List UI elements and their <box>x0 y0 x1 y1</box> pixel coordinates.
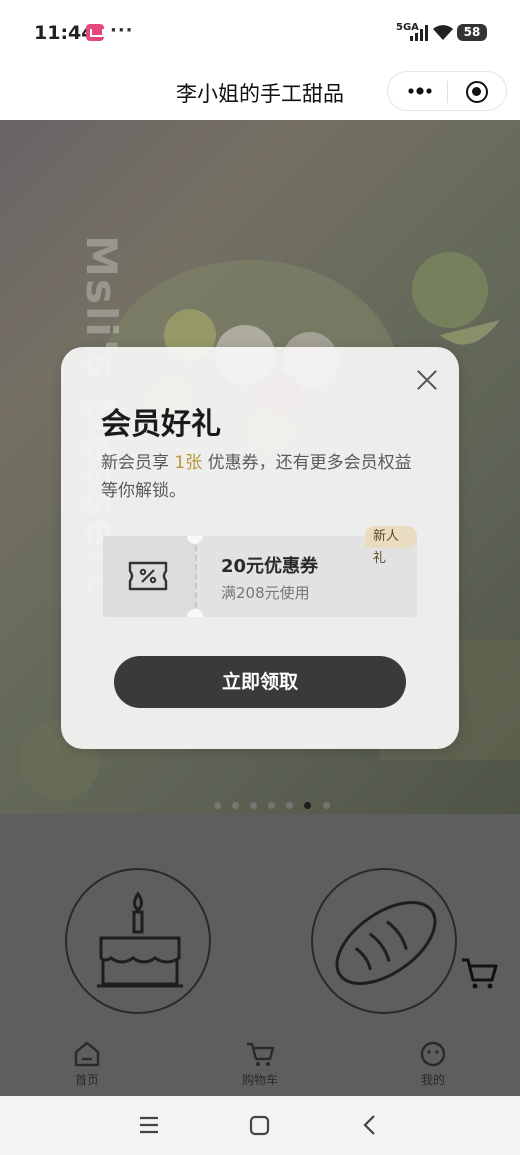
battery-icon: 58 <box>457 24 487 41</box>
carousel-indicator <box>214 794 336 809</box>
capsule-divider <box>447 81 448 103</box>
tab-home-label: 首页 <box>74 1073 99 1087</box>
cart-icon <box>247 1042 275 1066</box>
title-bar: 李小姐的手工甜品 <box>0 64 520 120</box>
menu-icon[interactable] <box>138 1115 160 1135</box>
coupon-percent-icon <box>128 561 168 591</box>
category-bread[interactable] <box>311 868 457 1014</box>
tab-cart[interactable]: 购物车 <box>220 1040 300 1088</box>
category-cake[interactable] <box>65 868 211 1014</box>
coupon-condition: 满208元使用 <box>221 584 310 602</box>
coupon-name: 20元优惠券 <box>221 556 319 577</box>
home-icon <box>74 1041 100 1067</box>
close-icon[interactable] <box>414 367 440 393</box>
tab-home[interactable]: 首页 <box>47 1040 127 1088</box>
carousel-dot <box>214 802 221 809</box>
desc-prefix: 新会员享 <box>101 453 175 473</box>
wifi-icon <box>433 25 453 40</box>
modal-title: 会员好礼 <box>101 407 221 442</box>
back-icon[interactable] <box>360 1114 380 1136</box>
more-dots-icon[interactable] <box>402 76 438 106</box>
cake-icon <box>97 891 183 988</box>
status-bar: 11:44 ··· 5GA 58 <box>0 0 520 64</box>
tab-cart-label: 购物车 <box>241 1073 278 1087</box>
coupon-info: 20元优惠券 满208元使用 <box>195 536 417 617</box>
carousel-dot <box>322 802 330 809</box>
tab-bar: 首页 购物车 我的 <box>0 1030 520 1096</box>
coupon-card: 20元优惠券 满208元使用 新人礼 <box>103 526 417 617</box>
home-square-icon[interactable] <box>249 1115 271 1137</box>
tab-mine[interactable]: 我的 <box>393 1040 473 1088</box>
claim-button[interactable]: 立即领取 <box>114 656 406 708</box>
floating-cart-icon[interactable] <box>452 946 502 996</box>
app-notification-icon <box>86 24 104 41</box>
mini-program-capsule <box>387 71 507 111</box>
member-gift-modal: 会员好礼 新会员享 1张 优惠券，还有更多会员权益等你解锁。 20元优惠券 满2… <box>61 347 459 749</box>
coupon-icon-area <box>103 536 195 617</box>
modal-description: 新会员享 1张 优惠券，还有更多会员权益等你解锁。 <box>101 449 421 505</box>
system-nav-bar <box>0 1096 520 1155</box>
signal-icon <box>410 25 428 41</box>
tab-mine-label: 我的 <box>420 1073 445 1087</box>
smile-icon <box>420 1041 446 1067</box>
target-icon[interactable] <box>466 81 488 103</box>
status-more: ··· <box>110 20 134 41</box>
desc-highlight: 1张 <box>174 453 203 473</box>
bread-icon <box>335 901 437 985</box>
new-user-tag: 新人礼 <box>365 526 417 566</box>
